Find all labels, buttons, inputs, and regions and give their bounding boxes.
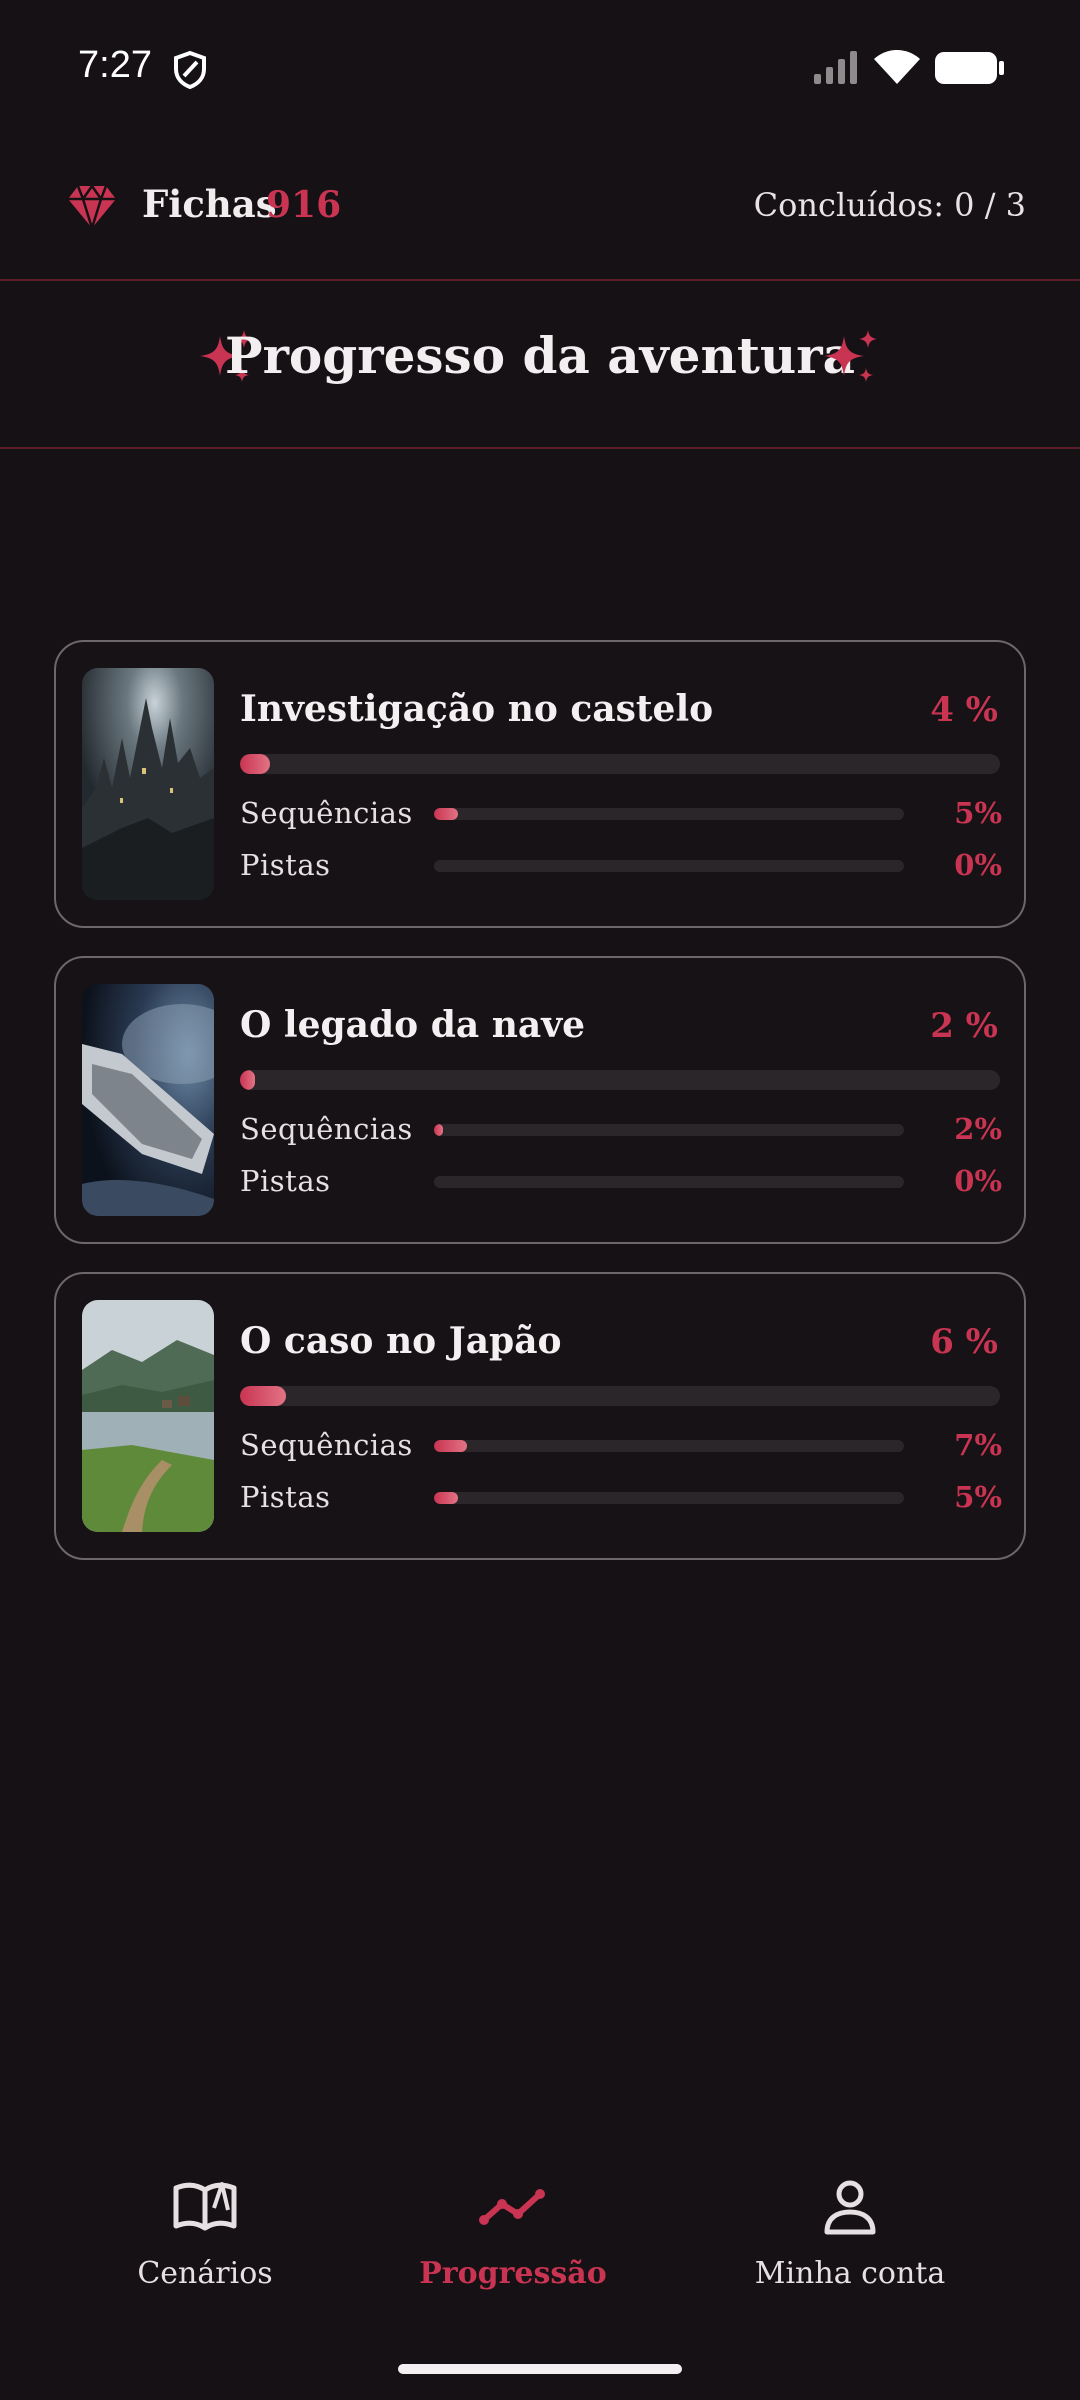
signal-icon — [814, 51, 857, 84]
adventure-list: Investigação no castelo 4 % Sequências 5… — [54, 640, 1026, 1588]
adventure-title: Investigação no castelo — [240, 688, 714, 730]
adventure-progress-bar — [240, 1386, 1000, 1406]
nav-label: Minha conta — [754, 2256, 946, 2291]
progress-fill — [240, 1070, 256, 1090]
nav-label: Progressão — [419, 2256, 607, 2291]
clues-row: Pistas 0% — [240, 1162, 1002, 1202]
sequences-progress-bar — [434, 1124, 904, 1136]
castle-thumbnail — [82, 668, 214, 900]
progress-fill — [434, 1124, 444, 1136]
sequences-row: Sequências 7% — [240, 1426, 1002, 1466]
bottom-navigation: Cenários Progressão Minha conta — [0, 2170, 1080, 2320]
progress-fill — [434, 1440, 467, 1452]
adventure-percent: 4 % — [930, 690, 998, 730]
clues-value: 0% — [954, 848, 1002, 882]
sequences-row: Sequências 5% — [240, 794, 1002, 834]
japan-landscape-thumbnail — [82, 1300, 214, 1532]
progress-fill — [434, 808, 458, 820]
adventure-card-ship[interactable]: O legado da nave 2 % Sequências 2% Pista… — [54, 956, 1026, 1244]
adventure-progress-bar — [240, 754, 1000, 774]
progress-fill — [240, 754, 271, 774]
clues-row: Pistas 0% — [240, 846, 1002, 886]
sequences-value: 5% — [954, 796, 1002, 830]
nav-item-account[interactable]: Minha conta — [700, 2170, 1000, 2291]
tokens-count: 916 — [266, 184, 342, 226]
nav-label: Cenários — [137, 2256, 273, 2291]
nav-item-progression[interactable]: Progressão — [363, 2170, 663, 2291]
adventure-progress-bar — [240, 1070, 1000, 1090]
top-header: Fichas 916 Concluídos: 0 / 3 — [0, 170, 1080, 245]
sequences-value: 2% — [954, 1112, 1002, 1146]
adventure-percent: 2 % — [930, 1006, 998, 1046]
sequences-label: Sequências — [240, 1112, 413, 1146]
sequences-label: Sequências — [240, 1428, 413, 1462]
clues-progress-bar — [434, 1492, 904, 1504]
clues-label: Pistas — [240, 848, 331, 882]
wifi-icon — [874, 50, 920, 84]
adventure-title: O legado da nave — [240, 1004, 586, 1046]
sequences-value: 7% — [954, 1428, 1002, 1462]
sequences-progress-bar — [434, 808, 904, 820]
adventure-card-castle[interactable]: Investigação no castelo 4 % Sequências 5… — [54, 640, 1026, 928]
clues-value: 0% — [954, 1164, 1002, 1198]
clues-row: Pistas 5% — [240, 1478, 1002, 1518]
sequences-progress-bar — [434, 1440, 904, 1452]
sparkle-icon — [824, 330, 877, 382]
completed-counter: Concluídos: 0 / 3 — [753, 186, 1026, 224]
clues-label: Pistas — [240, 1480, 331, 1514]
progress-fill — [434, 1492, 458, 1504]
adventure-card-japan[interactable]: O caso no Japão 6 % Sequências 7% Pistas… — [54, 1272, 1026, 1560]
divider — [0, 279, 1080, 281]
progress-fill — [240, 1386, 286, 1406]
adventure-percent: 6 % — [930, 1322, 998, 1362]
section-title-row: Progresso da aventura — [0, 300, 1080, 420]
sequences-row: Sequências 2% — [240, 1110, 1002, 1150]
nav-item-scenarios[interactable]: Cenários — [55, 2170, 355, 2291]
adventure-title: O caso no Japão — [240, 1320, 562, 1362]
home-indicator[interactable] — [398, 2364, 682, 2374]
clues-progress-bar — [434, 1176, 904, 1188]
clues-label: Pistas — [240, 1164, 331, 1198]
status-time: 7:27 — [78, 44, 152, 86]
clues-progress-bar — [434, 860, 904, 872]
tokens-label: Fichas — [142, 182, 277, 226]
sequences-label: Sequências — [240, 796, 413, 830]
trend-line-icon — [479, 2189, 545, 2225]
user-icon — [824, 2180, 876, 2235]
shield-icon — [174, 50, 206, 90]
divider — [0, 447, 1080, 449]
status-bar: 7:27 — [0, 0, 1080, 135]
page-title: Progresso da aventura — [224, 326, 856, 385]
gem-icon — [68, 184, 116, 229]
spaceship-thumbnail — [82, 984, 214, 1216]
book-open-icon — [173, 2182, 237, 2231]
clues-value: 5% — [954, 1480, 1002, 1514]
battery-icon — [935, 52, 1004, 84]
